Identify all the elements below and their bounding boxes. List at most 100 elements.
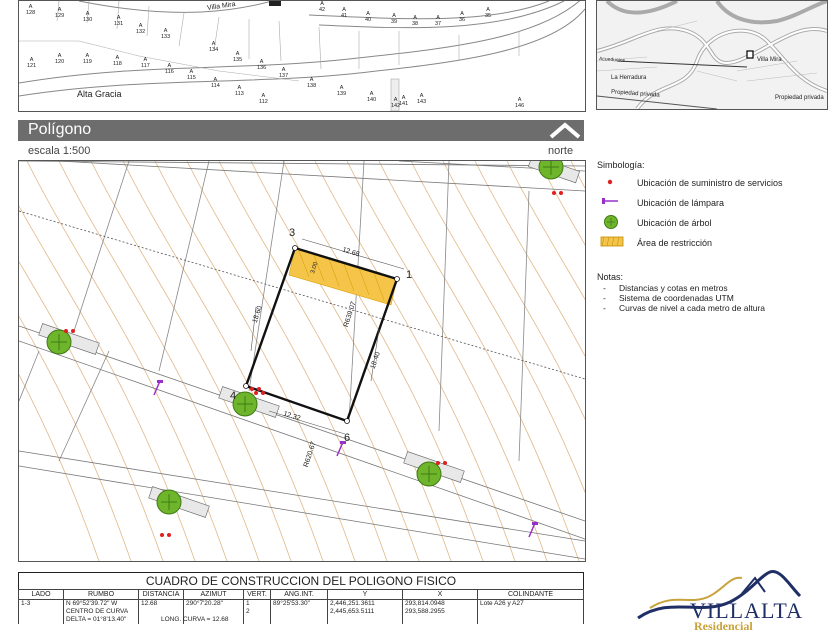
villalta-logo: VILLALTA Residencial [630,566,830,633]
lot-number: A 119 [83,53,92,65]
cell-x-1: 293,814.0948 [405,600,445,607]
lot-number: A 36 [459,11,466,23]
service-dot-icon [249,379,263,391]
lot-number: A 142 [391,97,401,109]
street-alta-gracia-label: Alta Gracia [77,89,122,99]
lot-number: A 120 [55,53,65,65]
note-text-3: Curvas de nivel a cada metro de altura [619,303,765,313]
cell-rumbo-line-1: N 69°52'39.72" W [66,600,118,607]
cell-x: 293,814.0948 293,588.2955 [402,599,478,624]
lot-number: A 40 [365,11,372,23]
lot-number: A 38 [412,15,419,27]
th-ang-int: ANG.INT. [270,589,328,600]
polygon-plan-panel: 3 1 4 6 12.68 3.00 18.60 R639.07 18.40 1… [18,160,586,562]
lot-number: A 117 [141,57,150,69]
street-la-herradura-label: La Herradura [611,75,647,81]
polygon-plan-svg [19,161,585,561]
lot-number: A 136 [257,59,267,71]
cell-x-2: 293,588.2955 [405,608,445,615]
note-item-2: - Sistema de coordenadas UTM [603,293,734,303]
lot-number: A 115 [187,69,196,81]
th-lado: LADO [18,589,64,600]
logo-sub-text: Residencial [694,619,753,633]
cell-vert-1: 1 [246,600,250,607]
north-label: norte [548,145,574,157]
cell-rumbo-line-2: CENTRO DE CURVA [66,608,129,615]
lot-number: A 35 [485,7,492,19]
note-text-1: Distancias y cotas en metros [619,283,728,293]
private-property-label-2: Propiedad privada [775,95,824,101]
cell-y: 2,446,251.3611 2,445,653.5111 [327,599,403,624]
th-rumbo: RUMBO [63,589,139,600]
cell-lado: 1-3 [18,599,64,624]
lot-number: A 128 [26,4,36,16]
restriction-area [288,247,398,306]
note-item-3: - Curvas de nivel a cada metro de altura [603,303,765,313]
lot-number: A 118 [113,55,122,67]
lot-number: A 114 [211,77,220,89]
section-title-bar: Polígono [18,120,584,141]
lot-number: A 134 [209,41,219,53]
lot-number: A 138 [307,77,317,89]
th-vert: VERT. [243,589,271,600]
lot-number: A 143 [417,93,427,105]
tree-icon [156,489,182,515]
lot-map-panel: A 128 A 129 A 130 A 131 A 132 A 133 A 134 A 135 A 136 A 137… [18,0,586,112]
cell-rumbo-line-3: DELTA = 01°8'13.40" [66,616,127,623]
legend-title: Simbología: [597,160,645,170]
th-distancia: DISTANCIA [138,589,184,600]
location-map-panel: Acueductos Villa Mira La Herradura Propi… [596,0,828,110]
legend-item-lamp: Ubicación de lámpara [637,198,725,208]
lot-number: A 146 [515,97,525,109]
cell-vert-2: 2 [246,608,250,615]
collapse-chevron-icon[interactable] [548,121,582,140]
cell-azimut: 290°7'20.28" LONG. CURVA = 12.68 [161,599,244,624]
service-dot-icon [551,183,565,195]
lot-number: A 42 [319,1,326,13]
lot-number: A 133 [161,28,171,40]
contour-lines [19,161,585,561]
scale-label: escala 1:500 [28,145,91,157]
restriction-area-icon [600,236,624,247]
cell-rumbo: N 69°52'39.72" W CENTRO DE CURVA DELTA =… [63,599,139,624]
lot-number: A 140 [367,91,377,103]
note-text-2: Sistema de coordenadas UTM [619,293,734,303]
cell-long-curva: LONG. CURVA = 12.68 [161,616,229,623]
vertex-label-4: 4 [230,390,237,402]
table-row: 1-3 N 69°52'39.72" W CENTRO DE CURVA DEL… [18,599,584,624]
legend-lamp-post [602,198,605,204]
vertex-label-6: 6 [344,432,351,444]
cell-y-1: 2,446,251.3611 [330,600,375,607]
lot-number: A 113 [235,85,244,97]
legend-item-restriction: Área de restricción [637,238,713,248]
legend-service-dot [607,179,613,185]
table-header-row: LADO RUMBO DISTANCIA AZIMUT VERT. ANG.IN… [18,589,584,600]
lot-number: A 139 [337,85,347,97]
vertex-label-3: 3 [289,227,296,239]
lot-number: A 41 [341,7,348,19]
th-azimut: AZIMUT [183,589,244,600]
construction-table: CUADRO DE CONSTRUCCION DEL POLIGONO FISI… [18,572,584,624]
tree-icon [538,161,564,180]
vertex-label-1: 1 [406,269,413,281]
legend-item-tree: Ubicación de árbol [637,218,712,228]
th-colindante: COLINDANTE [477,589,584,600]
lamp-icon [152,379,164,397]
lot-number: A 37 [435,15,442,27]
lot-number: A 135 [233,51,243,63]
lamp-icon [527,521,539,539]
tree-icon [604,215,618,229]
lot-number: A 131 [114,15,124,27]
lot-number: A 141 [399,95,409,107]
lot-number: A 116 [165,63,174,75]
lot-number: A 132 [136,23,146,35]
service-dot-icon [63,321,77,333]
service-dot-icon [435,453,449,465]
cell-azimut-value: 290°7'20.28" [186,600,223,607]
service-dot-icon [159,525,173,537]
notes-title: Notas: [597,272,624,282]
table-caption: CUADRO DE CONSTRUCCION DEL POLIGONO FISI… [18,572,584,589]
cell-vert: 1 2 [243,599,271,624]
lot-number: A 121 [27,57,37,69]
lamp-icon [602,198,618,204]
